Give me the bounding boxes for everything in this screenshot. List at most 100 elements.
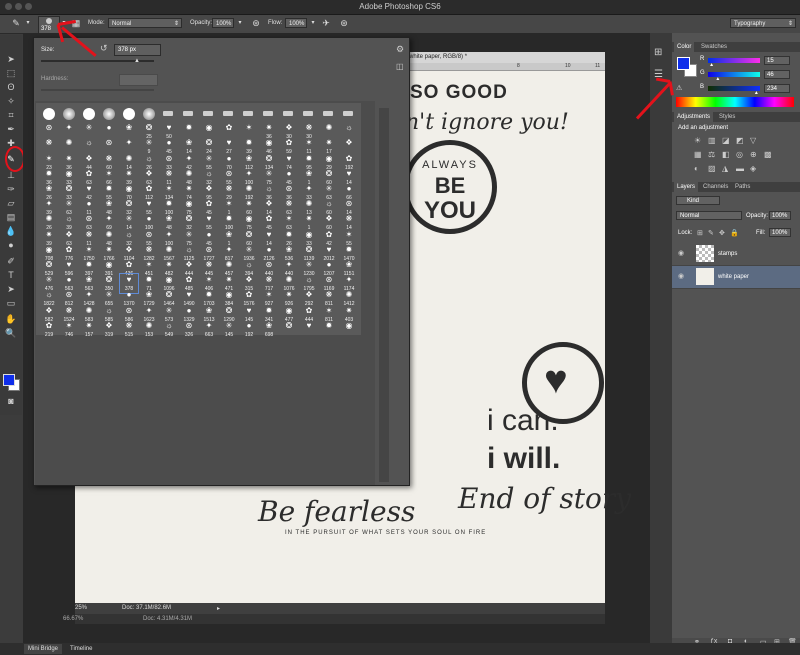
marquee-tool-icon[interactable]: ⬚ (4, 67, 18, 79)
flow-slider-dropdown-icon[interactable]: ▾ (307, 18, 319, 29)
crop-tool-icon[interactable]: ⌗ (4, 109, 18, 121)
airbrush-icon[interactable]: ✈ (320, 18, 332, 29)
exposure-icon[interactable]: ◩ (736, 136, 744, 145)
fill-field[interactable]: 100% (769, 228, 791, 237)
tab-paths[interactable]: Paths (732, 182, 753, 192)
brush-tip[interactable]: ✶ 746 (60, 320, 78, 339)
history-brush-tool-icon[interactable]: ✑ (4, 183, 18, 195)
threshold-icon[interactable]: ◮ (722, 164, 728, 173)
shape-tool-icon[interactable]: ▭ (4, 297, 18, 309)
zoom-level[interactable]: 25% (75, 605, 87, 611)
tab-styles[interactable]: Styles (716, 112, 738, 122)
pen-tool-icon[interactable]: ✐ (4, 255, 18, 267)
layer-opacity-field[interactable]: 100% (769, 211, 791, 220)
new-preset-icon[interactable]: ◫ (396, 62, 404, 71)
pressure-opacity-icon[interactable]: ⊛ (250, 18, 262, 29)
b-slider-thumb[interactable]: ▲ (754, 90, 759, 96)
color-spectrum-ramp[interactable] (676, 97, 794, 107)
opacity-field[interactable]: 100% (212, 18, 234, 28)
b-value-field[interactable]: 234 (764, 84, 790, 93)
tab-timeline[interactable]: Timeline (66, 644, 96, 654)
eye-icon[interactable]: ◉ (678, 272, 684, 280)
tab-mini-bridge[interactable]: Mini Bridge (24, 644, 63, 654)
lock-pixels-icon[interactable]: ⊞ (697, 229, 703, 237)
tool-preset-dropdown-icon[interactable]: ▾ (22, 18, 34, 29)
brush-tip[interactable]: ✳ 145 (220, 320, 238, 339)
quick-mask-icon[interactable]: ◙ (4, 395, 18, 407)
curves-icon[interactable]: ◪ (722, 136, 730, 145)
color-panel-foreground-swatch[interactable] (677, 57, 690, 70)
zoom-tool-icon[interactable]: 🔍 (4, 327, 18, 339)
r-slider[interactable] (708, 58, 760, 63)
brush-tip[interactable]: ● 192 (240, 320, 258, 339)
tab-swatches[interactable]: Swatches (698, 42, 730, 52)
g-value-field[interactable]: 46 (764, 70, 790, 79)
size-field[interactable]: 378 px (114, 44, 161, 56)
eye-icon[interactable]: ◉ (678, 249, 684, 257)
photo-filter-icon[interactable]: ◎ (736, 150, 743, 159)
color-balance-icon[interactable]: ⚖ (708, 150, 715, 159)
brush-tip[interactable]: ✿ 219 (40, 320, 58, 339)
hand-tool-icon[interactable]: ✋ (4, 313, 18, 325)
brush-tip[interactable]: ◉ (340, 320, 358, 339)
gradient-tool-icon[interactable]: ▤ (4, 211, 18, 223)
lock-image-icon[interactable]: ✎ (708, 229, 714, 237)
lock-position-icon[interactable]: ✥ (719, 229, 725, 237)
type-tool-icon[interactable]: T (4, 269, 18, 281)
mode-select[interactable]: Normal ⇕ (108, 18, 182, 28)
eraser-tool-icon[interactable]: ▱ (4, 197, 18, 209)
channel-mixer-icon[interactable]: ⊕ (750, 150, 757, 159)
black-white-icon[interactable]: ◧ (722, 150, 730, 159)
brush-tip[interactable]: ❋ 515 (120, 320, 138, 339)
hue-saturation-icon[interactable]: ▦ (694, 150, 702, 159)
layer-row-selected[interactable]: ◉ white paper (672, 266, 800, 289)
tab-layers[interactable]: Layers (674, 182, 699, 192)
b-slider[interactable] (708, 86, 760, 91)
eyedropper-tool-icon[interactable]: ✒ (4, 123, 18, 135)
workspace-switcher[interactable]: Typography ⇕ (730, 18, 796, 28)
brush-tip[interactable]: ✦ 663 (200, 320, 218, 339)
brush-tip[interactable]: ☼ 549 (160, 320, 178, 339)
brush-tip[interactable]: ✺ 153 (140, 320, 158, 339)
tab-adjustments[interactable]: Adjustments (674, 112, 714, 122)
brush-tip[interactable]: ⊛ 326 (180, 320, 198, 339)
r-value-field[interactable]: 15 (764, 56, 790, 65)
brush-tip[interactable]: ❀ 698 (260, 320, 278, 339)
layer-filter-kind[interactable]: Kind (676, 196, 720, 205)
path-select-tool-icon[interactable]: ➤ (4, 283, 18, 295)
vibrance-icon[interactable]: ▽ (750, 136, 756, 145)
brightness-contrast-icon[interactable]: ☀ (694, 136, 701, 145)
tab-color[interactable]: Color (674, 42, 695, 52)
history-panel-icon[interactable]: ⊞ (654, 47, 662, 58)
color-lookup-icon[interactable]: ▩ (764, 150, 772, 159)
reset-size-icon[interactable]: ↺ (100, 43, 108, 54)
blur-tool-icon[interactable]: 💧 (4, 225, 18, 237)
pressure-size-icon[interactable]: ⊛ (338, 18, 350, 29)
opacity-slider-dropdown-icon[interactable]: ▾ (234, 18, 246, 29)
r-slider-thumb[interactable]: ▲ (709, 62, 714, 68)
horizontal-ruler[interactable]: 8 10 11 (405, 63, 605, 71)
chevron-right-icon[interactable]: ▸ (217, 605, 220, 612)
invert-icon[interactable]: ◐ (694, 164, 699, 173)
gear-icon[interactable]: ⚙ (396, 44, 404, 55)
levels-icon[interactable]: ▥ (708, 136, 716, 145)
brush-list-scrollbar[interactable] (379, 108, 389, 482)
move-tool-icon[interactable]: ➤ (4, 53, 18, 65)
brush-tip[interactable]: ✷ 157 (80, 320, 98, 339)
tab-channels[interactable]: Channels (700, 182, 731, 192)
gradient-map-icon[interactable]: ▬ (736, 164, 744, 173)
brush-tip[interactable]: ♥ (300, 320, 318, 339)
selective-color-icon[interactable]: ◈ (750, 164, 756, 173)
brush-tip[interactable]: ❂ (280, 320, 298, 339)
size-slider-thumb[interactable]: ▲ (134, 58, 140, 64)
warning-icon[interactable]: ⚠ (676, 84, 682, 92)
foreground-color-swatch[interactable] (3, 374, 15, 386)
quick-select-tool-icon[interactable]: ✧ (4, 95, 18, 107)
layer-row[interactable]: ◉ stamps (672, 243, 800, 266)
brush-tool-icon[interactable]: ✎ (10, 18, 22, 29)
lock-all-icon[interactable]: 🔒 (730, 229, 739, 237)
g-slider-thumb[interactable]: ▲ (715, 76, 720, 82)
brush-tip[interactable]: ❖ 319 (100, 320, 118, 339)
flow-field[interactable]: 100% (285, 18, 307, 28)
brush-tip[interactable]: ✹ (320, 320, 338, 339)
